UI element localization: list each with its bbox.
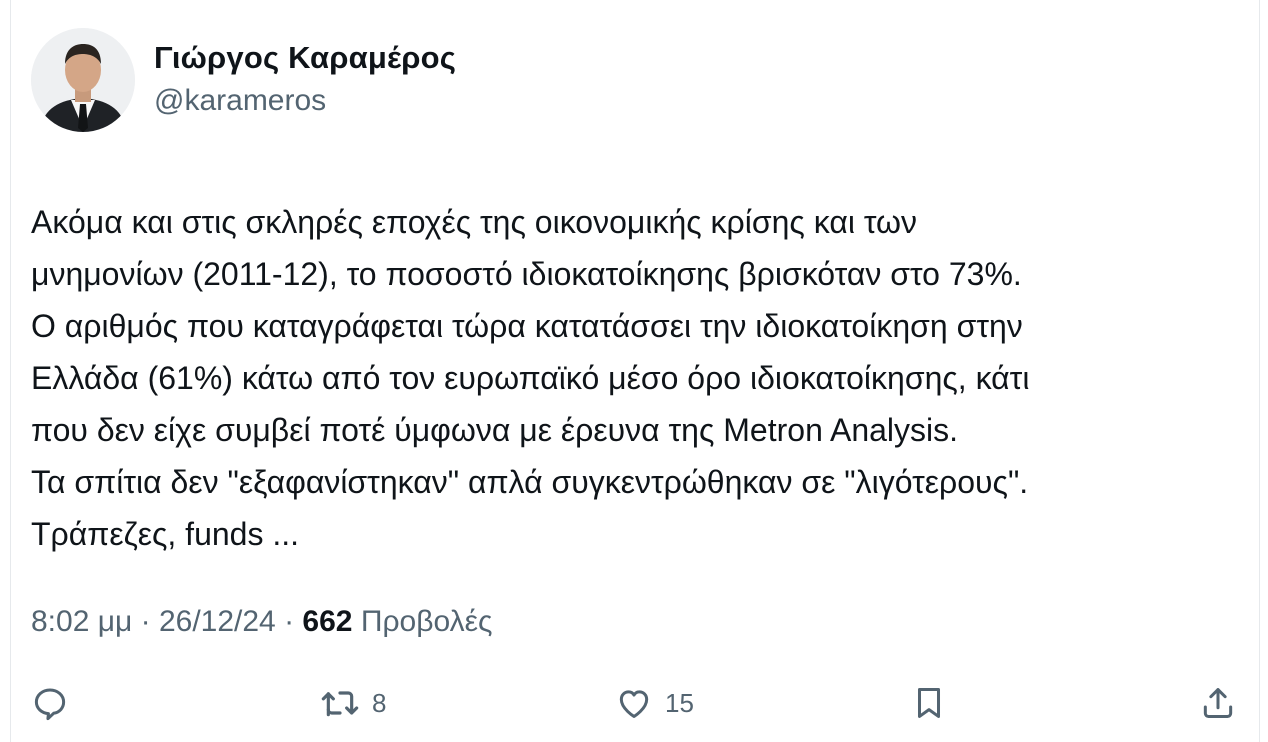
heart-icon [615, 684, 653, 722]
bookmark-button[interactable] [910, 678, 948, 728]
tweet-card: Γιώργος Καραμέρος @karameros Ακόμα και σ… [10, 0, 1260, 742]
views-label: Προβολές [360, 605, 493, 638]
tweet-meta: 8:02 μμ · 26/12/24 · 662 Προβολές [31, 605, 492, 639]
tweet-text-line: Τράπεζες, funds ... [31, 516, 300, 552]
tweet-text-line: Τα σπίτια δεν "εξαφανίστηκαν" απλά συγκε… [31, 464, 1029, 500]
action-bar: 8 15 [11, 678, 1259, 728]
avatar-portrait-image [31, 28, 135, 132]
meta-separator: · [275, 605, 303, 638]
meta-separator: · [132, 605, 159, 638]
like-count: 15 [665, 687, 694, 718]
like-button[interactable]: 15 [615, 678, 694, 728]
retweet-button[interactable]: 8 [320, 678, 386, 728]
retweet-icon [320, 683, 360, 723]
share-button[interactable] [1199, 678, 1237, 728]
avatar[interactable] [31, 28, 135, 132]
views-count: 662 [302, 605, 353, 638]
tweet-text-line: Ο αριθμός που καταγράφεται τώρα κατατάσσ… [31, 308, 1023, 344]
reply-button[interactable] [31, 678, 69, 728]
tweet-text: Ακόμα και στις σκληρές εποχές της οικονο… [31, 196, 1256, 560]
reply-icon [31, 684, 69, 722]
bookmark-icon [910, 684, 948, 722]
tweet-time[interactable]: 8:02 μμ [31, 605, 132, 638]
tweet-text-line: μνημονίων (2011-12), το ποσοστό ιδιοκατο… [31, 256, 1022, 292]
tweet-text-line: που δεν είχε συμβεί ποτέ ύμφωνα με έρευν… [31, 412, 959, 448]
tweet-text-line: Ακόμα και στις σκληρές εποχές της οικονο… [31, 204, 917, 240]
share-icon [1199, 684, 1237, 722]
author-handle[interactable]: @karameros [154, 84, 326, 118]
tweet-text-line: Ελλάδα (61%) κάτω από τον ευρωπαϊκό μέσο… [31, 360, 1030, 396]
tweet-date[interactable]: 26/12/24 [159, 605, 276, 638]
retweet-count: 8 [372, 687, 387, 718]
author-display-name[interactable]: Γιώργος Καραμέρος [154, 40, 456, 76]
